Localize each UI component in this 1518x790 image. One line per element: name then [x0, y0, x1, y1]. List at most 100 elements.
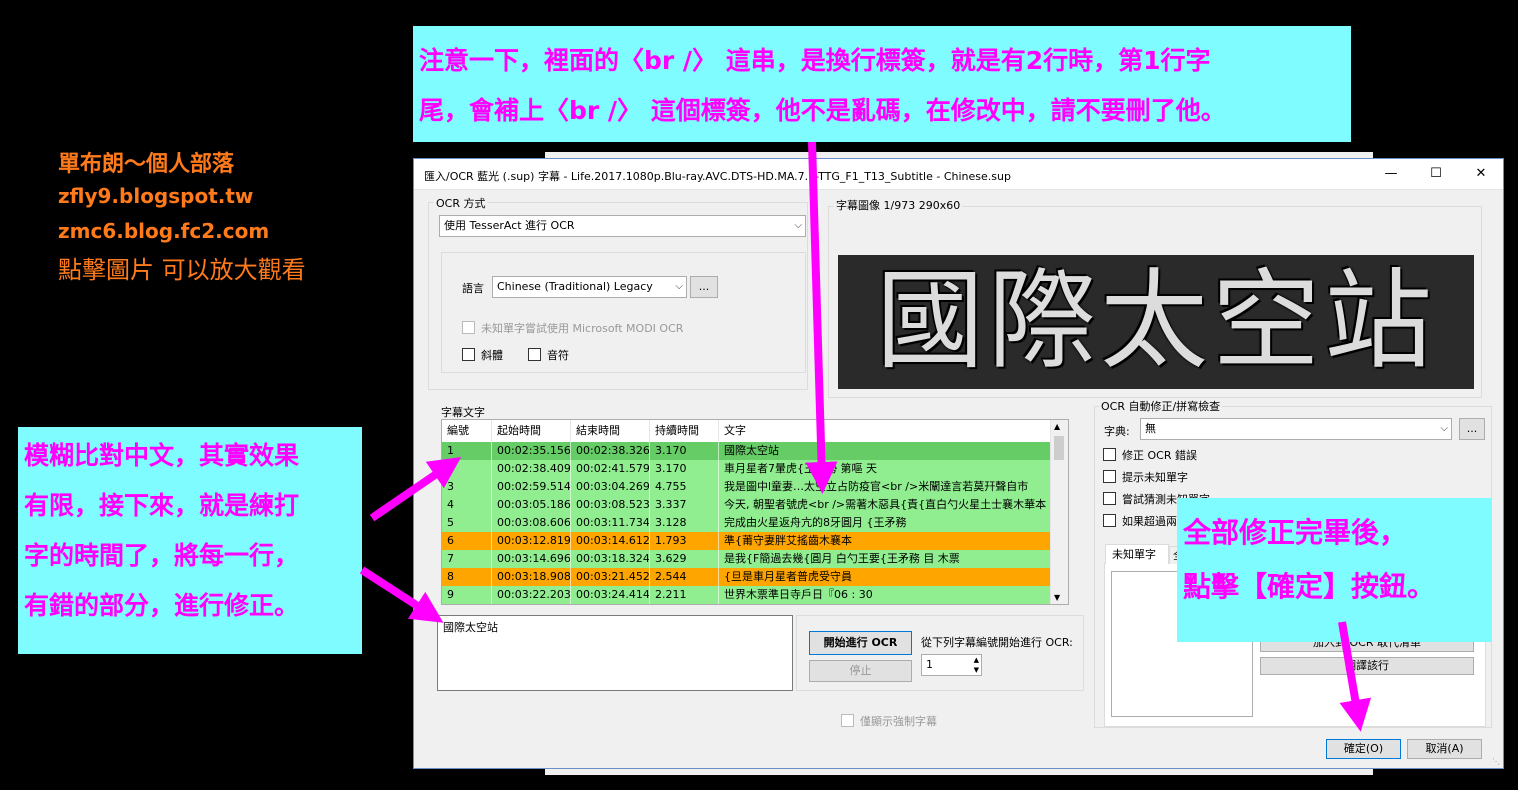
- table-row[interactable]: 5 00:03:08.606 00:03:11.734 3.128 完成由火星返舟亢的8…: [442, 514, 1052, 532]
- table-cell-end: 00:03:24.414: [571, 586, 650, 604]
- start-ocr-button[interactable]: 開始進行 OCR: [809, 631, 912, 655]
- table-cell-dur: 2.544: [650, 568, 719, 586]
- stop-ocr-button[interactable]: 停止: [809, 660, 912, 682]
- credit-line-2: zfly9.blogspot.tw: [58, 184, 254, 208]
- table-cell-no: 6: [442, 532, 492, 550]
- col-start[interactable]: 起始時間: [492, 420, 571, 442]
- checkbox-icon: [1103, 492, 1116, 505]
- stepper-arrows-icon[interactable]: ▲ ▼: [974, 655, 979, 675]
- music-label: 音符: [547, 349, 569, 362]
- checkbox-icon: [1103, 514, 1116, 527]
- col-text[interactable]: 文字: [719, 420, 1052, 442]
- table-row[interactable]: 7 00:03:14.696 00:03:18.324 3.629 是我{F簡過去幾{圓…: [442, 550, 1052, 568]
- scroll-up-icon[interactable]: ▲: [1054, 422, 1060, 431]
- col-number[interactable]: 編號: [442, 420, 492, 442]
- subtitle-image: 國際太空站: [838, 255, 1474, 389]
- table-cell-dur: 3.170: [650, 442, 719, 460]
- annotation-top-line-2: 尾，會補上〈br /〉 這個標簽，他不是亂碼，在修改中，請不要刪了他。: [419, 96, 1226, 125]
- table-cell-no: 4: [442, 496, 492, 514]
- table-cell-end: 00:03:08.523: [571, 496, 650, 514]
- col-duration[interactable]: 持續時間: [650, 420, 719, 442]
- ocr-method-select[interactable]: 使用 TesserAct 進行 OCR ⌵: [439, 215, 806, 237]
- table-cell-start: 00:03:22.203: [492, 586, 571, 604]
- table-cell-no: 9: [442, 586, 492, 604]
- subtitle-image-label: 字幕圖像 1/973 290x60: [834, 197, 963, 213]
- table-cell-end: 00:02:41.579: [571, 460, 650, 478]
- title-bar: 匯入/OCR 藍光 (.sup) 字幕 - Life.2017.1080p.Bl…: [414, 159, 1503, 190]
- table-cell-start: 00:02:35.156: [492, 442, 571, 460]
- table-cell-text: 國際太空站: [719, 442, 1052, 460]
- show-unknown-checkbox[interactable]: 提示未知單字: [1103, 469, 1188, 485]
- table-cell-dur: 3.337: [650, 496, 719, 514]
- col-end[interactable]: 結束時間: [571, 420, 650, 442]
- fix-ocr-errors-checkbox[interactable]: 修正 OCR 錯誤: [1103, 447, 1197, 463]
- table-cell-start: 00:03:12.819: [492, 532, 571, 550]
- table-cell-start: 00:02:38.409: [492, 460, 571, 478]
- translate-line-button[interactable]: 翻譯該行: [1260, 657, 1474, 675]
- table-row[interactable]: 6 00:03:12.819 00:03:14.612 1.793 準{莆守妻胖艾搖齒木…: [442, 532, 1052, 550]
- table-cell-end: 00:03:18.324: [571, 550, 650, 568]
- table-row[interactable]: 3 00:02:59.514 00:03:04.269 4.755 我是圖中l童妻…太空…: [442, 478, 1052, 496]
- dictionary-value: 無: [1145, 422, 1156, 435]
- dictionary-select[interactable]: 無 ⌵: [1140, 418, 1452, 440]
- annotation-right-line-2: 點擊【確定】按鈕。: [1183, 570, 1436, 603]
- table-cell-dur: 4.755: [650, 478, 719, 496]
- dictionary-label: 字典:: [1104, 425, 1130, 438]
- table-row[interactable]: 8 00:03:18.908 00:03:21.452 2.544 {旦是車月星者普虎受…: [442, 568, 1052, 586]
- table-cell-end: 00:03:21.452: [571, 568, 650, 586]
- annotation-right-line-1: 全部修正完畢後，: [1183, 516, 1408, 549]
- annotation-left-line-4: 有錯的部分，進行修正。: [24, 591, 300, 620]
- table-scrollbar[interactable]: ▲ ▼: [1050, 420, 1068, 604]
- music-checkbox[interactable]: 音符: [528, 347, 569, 363]
- start-from-value: 1: [926, 658, 933, 671]
- checkbox-icon: [462, 321, 475, 334]
- dictionary-more-button[interactable]: ...: [1459, 418, 1485, 440]
- table-row[interactable]: 9 00:03:22.203 00:03:24.414 2.211 世界木票準日寺戶日『…: [442, 586, 1052, 604]
- if-too-many-checkbox[interactable]: 如果超過兩: [1103, 513, 1177, 529]
- language-select[interactable]: Chinese (Traditional) Legacy ⌵: [492, 276, 687, 298]
- table-cell-text: 準{莆守妻胖艾搖齒木襄本: [719, 532, 1052, 550]
- minimize-button[interactable]: —: [1377, 163, 1405, 185]
- table-cell-start: 00:03:14.696: [492, 550, 571, 568]
- table-cell-text: 是我{F簡過去幾{圓月 白勺王要{王矛務 目 木票: [719, 550, 1052, 568]
- language-more-button[interactable]: ...: [690, 276, 718, 298]
- window-title: 匯入/OCR 藍光 (.sup) 字幕 - Life.2017.1080p.Bl…: [424, 170, 1011, 183]
- ocr-method-value: 使用 TesserAct 進行 OCR: [444, 219, 575, 232]
- close-button[interactable]: ✕: [1467, 163, 1495, 185]
- annotation-left-line-2: 有限，接下來，就是練打: [24, 491, 300, 520]
- table-cell-dur: 3.128: [650, 514, 719, 532]
- cancel-button[interactable]: 取消(A): [1407, 739, 1482, 759]
- forced-only-checkbox[interactable]: 僅顯示強制字幕: [841, 713, 937, 729]
- table-cell-text: 世界木票準日寺戶日『06 : 30: [719, 586, 1052, 604]
- table-row[interactable]: 1 00:02:35.156 00:02:38.326 3.170 國際太空站: [442, 442, 1052, 460]
- tab-unknown-words[interactable]: 未知單字: [1105, 544, 1169, 564]
- checkbox-icon: [1103, 448, 1116, 461]
- table-cell-end: 00:02:38.326: [571, 442, 650, 460]
- table-row[interactable]: 2 00:02:38.409 00:02:41.579 3.170 車月星者7暈虎{王弓…: [442, 460, 1052, 478]
- resize-grip-icon[interactable]: ⋱: [1492, 757, 1500, 766]
- start-from-stepper[interactable]: 1 ▲ ▼: [921, 654, 982, 676]
- checkbox-icon: [462, 348, 475, 361]
- background-window-edge-bottom: [545, 769, 1373, 775]
- maximize-button[interactable]: ☐: [1422, 163, 1450, 185]
- checkbox-icon: [528, 348, 541, 361]
- start-from-label: 從下列字幕編號開始進行 OCR:: [921, 636, 1073, 649]
- table-row[interactable]: 4 00:03:05.186 00:03:08.523 3.337 今天, 朝聖者號虎<…: [442, 496, 1052, 514]
- table-cell-start: 00:03:18.908: [492, 568, 571, 586]
- ocr-method-label: OCR 方式: [434, 195, 488, 211]
- modi-ocr-label: 未知單字嘗試使用 Microsoft MODI OCR: [481, 322, 684, 335]
- subtitle-table[interactable]: 編號 起始時間 結束時間 持續時間 文字 1 00:02:35.156 00:02:…: [441, 419, 1069, 605]
- subtitle-text-editor[interactable]: 國際太空站: [437, 615, 793, 691]
- annotation-top: 注意一下，裡面的〈br /〉 這串，是換行標簽，就是有2行時，第1行字 尾，會補…: [413, 26, 1351, 142]
- fix-ocr-errors-label: 修正 OCR 錯誤: [1122, 449, 1197, 462]
- italic-checkbox[interactable]: 斜體: [462, 347, 503, 363]
- scroll-thumb[interactable]: [1054, 436, 1064, 460]
- modi-ocr-checkbox[interactable]: 未知單字嘗試使用 Microsoft MODI OCR: [462, 320, 683, 336]
- subtitle-image-text: 國際太空站: [875, 259, 1436, 384]
- ok-button[interactable]: 確定(O): [1326, 739, 1401, 759]
- annotation-left-line-1: 模糊比對中文，其實效果: [24, 441, 300, 470]
- chevron-down-icon: ⌵: [675, 281, 683, 292]
- scroll-down-icon[interactable]: ▼: [1054, 593, 1060, 602]
- table-cell-text: 我是圖中l童妻…太空立占防疫官<br />米闡達言若莫幵聲自市: [719, 478, 1052, 496]
- table-cell-end: 00:03:11.734: [571, 514, 650, 532]
